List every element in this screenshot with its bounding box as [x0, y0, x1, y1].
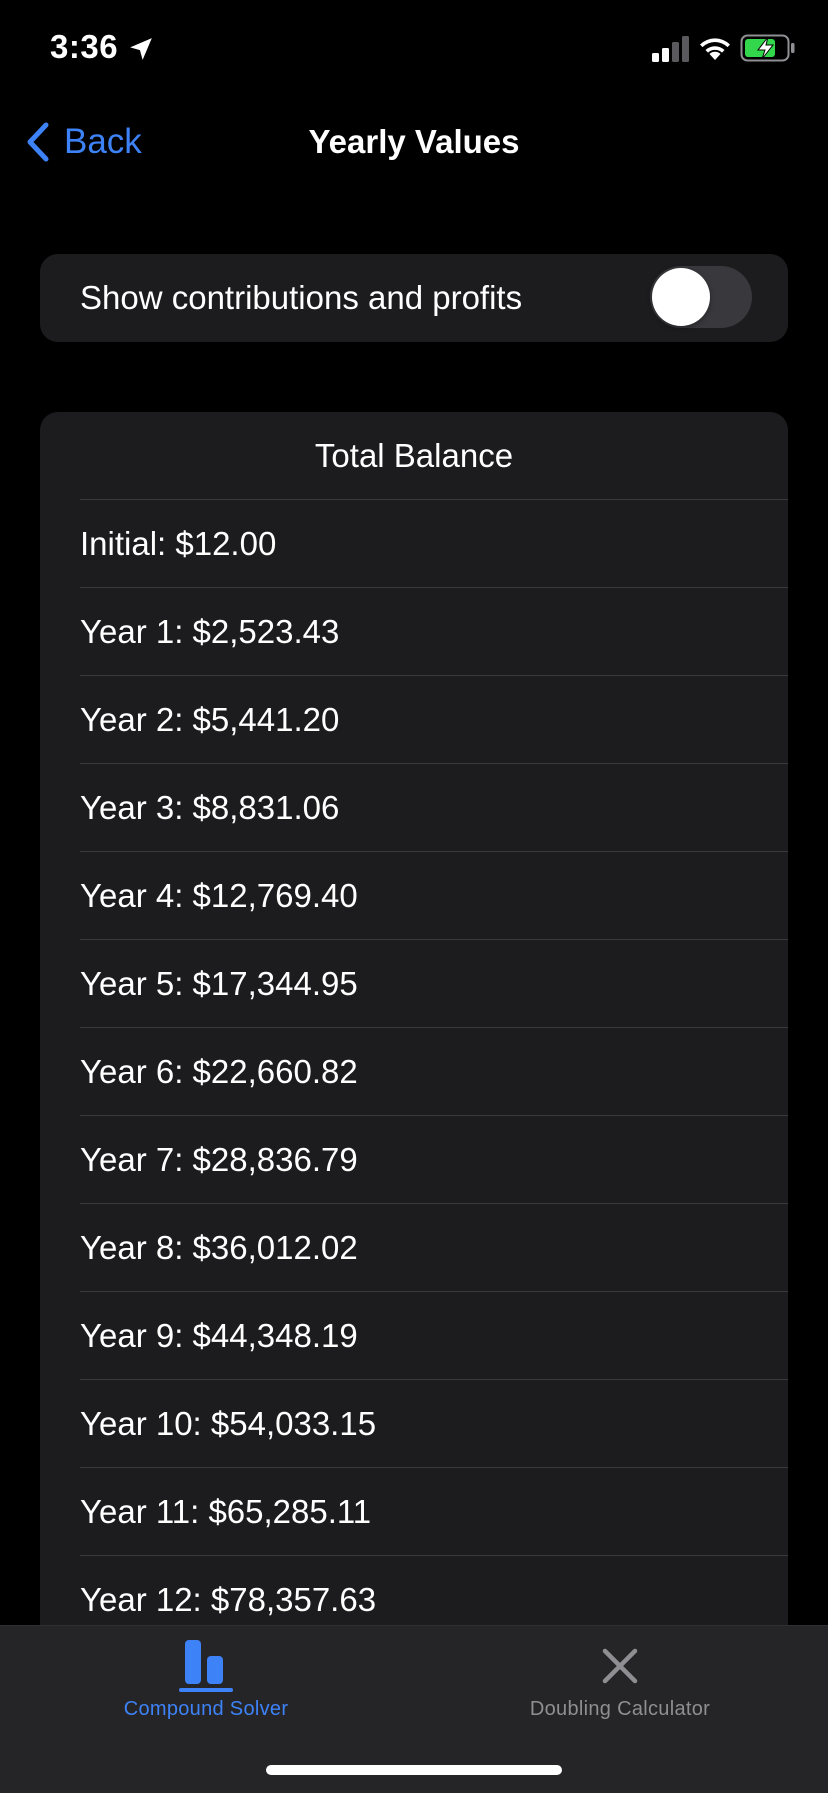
- close-x-icon: [602, 1648, 638, 1684]
- tab-doubling-calculator[interactable]: Doubling Calculator: [490, 1626, 750, 1736]
- balance-row-year-10: Year 10: $54,033.15: [80, 1380, 788, 1468]
- balance-list: Total Balance Initial: $12.00 Year 1: $2…: [40, 412, 788, 1652]
- wifi-icon: [700, 38, 730, 60]
- contributions-toggle-row: Show contributions and profits: [40, 254, 788, 342]
- tab-compound-solver[interactable]: Compound Solver: [76, 1626, 336, 1736]
- balance-row-year-5: Year 5: $17,344.95: [80, 940, 788, 1028]
- contributions-toggle-switch[interactable]: [650, 266, 752, 328]
- balance-header: Total Balance: [80, 412, 788, 500]
- balance-row-year-8: Year 8: $36,012.02: [80, 1204, 788, 1292]
- tab-label-compound: Compound Solver: [123, 1698, 289, 1720]
- location-arrow-icon: [130, 38, 152, 60]
- balance-row-year-11: Year 11: $65,285.11: [80, 1468, 788, 1556]
- home-indicator[interactable]: [266, 1765, 562, 1775]
- balance-row-year-7: Year 7: $28,836.79: [80, 1116, 788, 1204]
- balance-row-year-6: Year 6: $22,660.82: [80, 1028, 788, 1116]
- cellular-signal-icon: [652, 36, 689, 62]
- status-time: 3:36: [50, 28, 119, 65]
- toggle-knob: [652, 268, 710, 326]
- battery-charging-icon: [740, 34, 795, 62]
- status-bar: 3:36: [0, 0, 828, 100]
- tab-label-doubling: Doubling Calculator: [529, 1698, 711, 1720]
- page-title: Yearly Values: [308, 123, 520, 160]
- balance-row-year-9: Year 9: $44,348.19: [80, 1292, 788, 1380]
- balance-row-initial: Initial: $12.00: [80, 500, 788, 588]
- balance-row-year-2: Year 2: $5,441.20: [80, 676, 788, 764]
- bar-chart-icon: [179, 1640, 233, 1692]
- balance-row-year-4: Year 4: $12,769.40: [80, 852, 788, 940]
- balance-row-year-3: Year 3: $8,831.06: [80, 764, 788, 852]
- toggle-label: Show contributions and profits: [80, 279, 523, 316]
- balance-row-year-1: Year 1: $2,523.43: [80, 588, 788, 676]
